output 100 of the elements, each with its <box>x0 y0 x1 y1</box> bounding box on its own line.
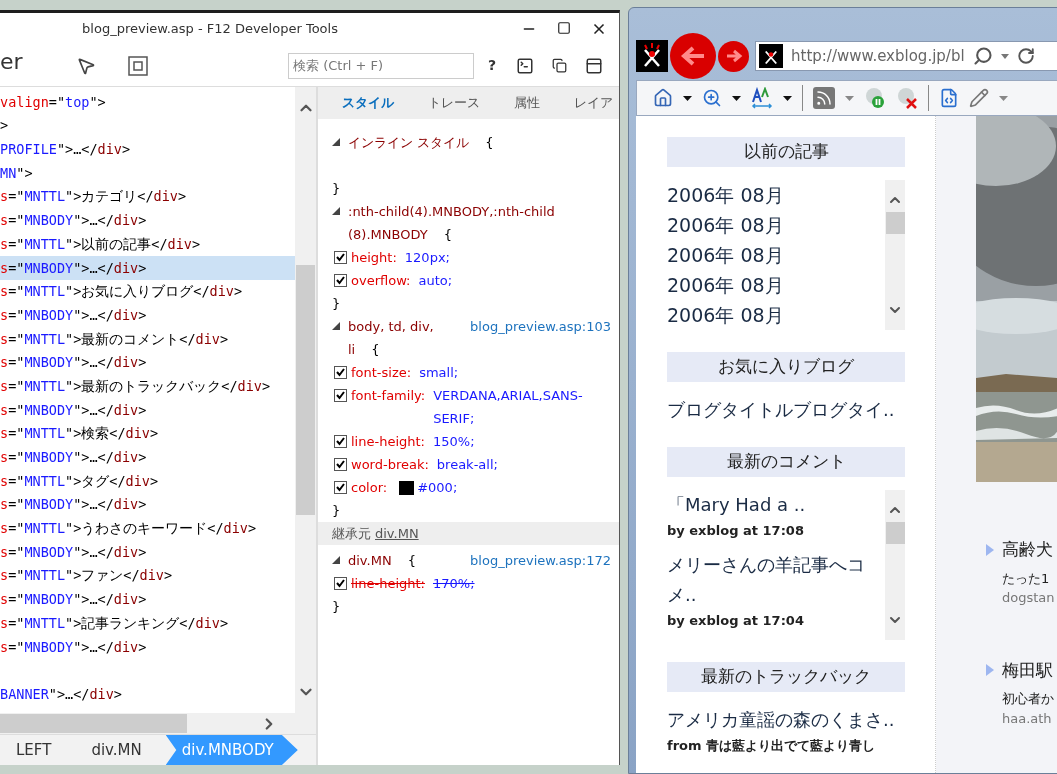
checkbox[interactable] <box>334 435 347 448</box>
refresh-icon[interactable] <box>1016 47 1035 65</box>
entry-title[interactable]: 高齢犬 <box>1002 537 1053 563</box>
breadcrumb[interactable]: LEFT <box>0 735 76 765</box>
dom-node-row[interactable]: s="MNTTL">タグ</div> <box>0 469 295 493</box>
css-value: 150%; <box>433 433 476 451</box>
home-icon[interactable] <box>653 88 673 108</box>
tool-title: er <box>0 48 24 76</box>
archive-link[interactable]: 2006年 08月 <box>667 210 885 240</box>
checkbox[interactable] <box>334 251 347 264</box>
dom-node-row[interactable]: PROFILE">…</div> <box>0 137 295 162</box>
tab[interactable]: トレース <box>428 93 480 113</box>
dom-node-row[interactable]: s="MNTTL">お気に入りブログ</div> <box>0 279 295 304</box>
scrollbar[interactable] <box>885 490 905 640</box>
item-meta-text: by exblog at 17:08 <box>667 522 805 540</box>
dom-node-row[interactable]: s="MNTTL">記事ランキング</div> <box>0 611 295 635</box>
item-link[interactable]: アメリカ童謡の森のくまさ.. <box>667 705 905 735</box>
pause-badge-icon[interactable] <box>864 87 886 109</box>
inherited-link[interactable]: div.MN <box>375 522 419 545</box>
collapse-triangle-icon[interactable] <box>332 322 340 330</box>
css-value: break-all; <box>436 456 499 474</box>
checkbox[interactable] <box>334 274 347 287</box>
color-swatch[interactable] <box>399 481 415 495</box>
dom-node-row[interactable]: s="MNBODY">…</div> <box>0 492 295 517</box>
vertical-scrollbar[interactable] <box>295 87 316 713</box>
dock-icon[interactable] <box>585 56 604 75</box>
close-icon[interactable] <box>591 21 607 37</box>
maximize-icon[interactable] <box>557 21 571 35</box>
tab[interactable]: レイア <box>574 93 613 113</box>
dom-node-row[interactable]: s="MNTTL">カテゴリ</div> <box>0 184 295 209</box>
item-link[interactable]: メリーさんの羊記事へコメ.. <box>667 550 885 610</box>
item-link[interactable]: 「Mary Had a .. <box>667 490 885 520</box>
entry-title[interactable]: 梅田駅 <box>1002 657 1053 683</box>
search-field[interactable]: 検索 (Ctrl + F) <box>288 52 474 79</box>
dropdown-caret-icon[interactable] <box>783 95 792 101</box>
item-link[interactable]: ブログタイトルブログタイ.. <box>667 395 905 425</box>
collapse-triangle-icon[interactable] <box>332 207 340 215</box>
widget-header: 最新のトラックバック <box>667 662 905 692</box>
dom-node-row[interactable]: s="MNTTL">うわさのキーワード</div> <box>0 516 295 541</box>
site-logo-icon[interactable] <box>636 40 668 72</box>
dropdown-caret-icon[interactable] <box>732 95 741 101</box>
collapse-triangle-icon[interactable] <box>332 556 340 564</box>
source-link[interactable]: blog_preview.asp:103 <box>462 315 611 338</box>
dom-node-row[interactable]: s="MNBODY">…</div> <box>0 208 295 233</box>
dom-node-row[interactable]: valign="top"> <box>0 90 295 114</box>
help-button[interactable]: ? <box>488 55 497 76</box>
scroll-thumb[interactable] <box>0 714 187 733</box>
dom-node-row[interactable]: s="MNBODY">…</div> <box>0 255 295 280</box>
source-link[interactable]: blog_preview.asp:172 <box>462 549 611 572</box>
scrollbar[interactable] <box>885 180 905 330</box>
text-size-icon[interactable] <box>751 87 773 109</box>
dom-node-row[interactable]: > <box>0 113 295 138</box>
tab[interactable]: スタイル <box>342 93 394 113</box>
entry-source[interactable]: haa.ath <box>986 708 1057 728</box>
feed-icon[interactable] <box>813 87 835 109</box>
archive-link[interactable]: 2006年 08月 <box>667 300 885 330</box>
console-icon[interactable] <box>516 56 535 75</box>
dom-node-row[interactable]: s="MNBODY">…</div> <box>0 397 295 422</box>
pencil-icon[interactable] <box>969 88 989 108</box>
dom-node-row[interactable]: MN"> <box>0 161 295 185</box>
css-value: auto; <box>418 272 454 290</box>
dom-node-row[interactable]: s="MNTTL">最新のコメント</div> <box>0 326 295 351</box>
scroll-thumb[interactable] <box>885 212 905 234</box>
dom-node-row[interactable]: s="MNTTL">ファン</div> <box>0 563 295 588</box>
checkbox[interactable] <box>334 366 347 379</box>
address-bar[interactable]: http://www.exblog.jp/bl <box>755 41 1057 71</box>
scroll-thumb[interactable] <box>296 265 315 515</box>
entry-source[interactable]: dogstan <box>986 588 1057 608</box>
dom-node-row[interactable]: s="MNBODY">…</div> <box>0 303 295 327</box>
dom-node-row[interactable]: s="MNTTL">最新のトラックバック</div> <box>0 374 295 398</box>
archive-link[interactable]: 2006年 08月 <box>667 180 885 210</box>
dom-node-row[interactable]: s="MNBODY">…</div> <box>0 540 295 564</box>
windows-icon[interactable] <box>552 58 568 73</box>
css-property: font-size: <box>351 364 412 382</box>
dom-node-row[interactable]: s="MNTTL">以前の記事</div> <box>0 232 295 256</box>
scroll-thumb[interactable] <box>885 522 905 544</box>
checkbox[interactable] <box>334 481 347 494</box>
zoom-icon[interactable] <box>702 88 722 108</box>
checkbox[interactable] <box>334 577 347 590</box>
breadcrumb[interactable]: div.MN <box>75 735 166 765</box>
dom-node-row[interactable]: s="MNBODY">…</div> <box>0 350 295 375</box>
tab[interactable]: 属性 <box>514 93 540 113</box>
search-icon[interactable] <box>972 46 993 66</box>
dom-node-row[interactable]: s="MNBODY">…</div> <box>0 445 295 469</box>
archive-link[interactable]: 2006年 08月 <box>667 240 885 270</box>
dropdown-caret-icon[interactable] <box>683 95 692 101</box>
dom-node-row[interactable]: s="MNBODY">…</div> <box>0 634 295 659</box>
collapse-triangle-icon[interactable] <box>332 138 340 146</box>
checkbox[interactable] <box>334 458 347 471</box>
page-source-icon[interactable] <box>939 88 959 108</box>
block-badge-icon[interactable] <box>896 87 918 109</box>
dom-node-row[interactable]: s="MNTTL">検索</div> <box>0 421 295 446</box>
dom-node-row[interactable]: s="MNBODY">…</div> <box>0 587 295 612</box>
dom-node-row[interactable]: BANNER">…</div> <box>0 682 295 706</box>
horizontal-scrollbar[interactable] <box>0 713 316 735</box>
forward-button[interactable] <box>718 40 749 72</box>
checkbox[interactable] <box>334 389 347 402</box>
box-icon[interactable] <box>128 55 148 76</box>
archive-link[interactable]: 2006年 08月 <box>667 270 885 300</box>
item-meta-text: by exblog at 17:04 <box>667 612 805 630</box>
